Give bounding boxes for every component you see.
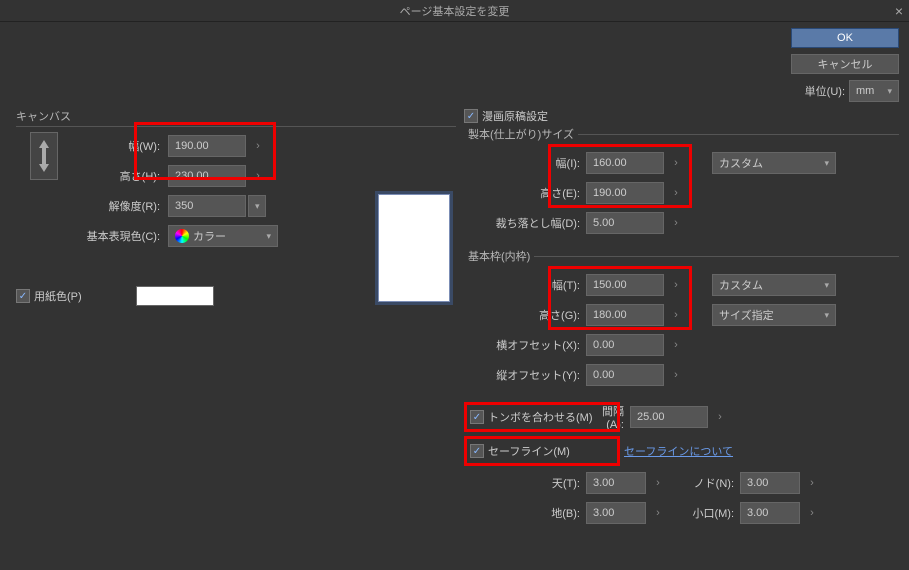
basecolor-select[interactable]: カラー ▾ xyxy=(168,225,278,247)
frame-width-stepper[interactable] xyxy=(668,274,684,296)
voffset-label: 縦オフセット(Y): xyxy=(464,367,586,383)
nodo-label: ノド(N): xyxy=(666,475,740,491)
close-icon[interactable]: × xyxy=(895,3,903,19)
gap-label: 間隔(A): xyxy=(598,403,630,431)
tombo-label: トンボを合わせる(M) xyxy=(488,409,598,425)
ok-button[interactable]: OK xyxy=(791,28,899,48)
bind-height-input[interactable] xyxy=(586,182,664,204)
basecolor-label: 基本表現色(C): xyxy=(68,228,168,244)
bind-height-label: 高さ(E): xyxy=(464,185,586,201)
width-input[interactable] xyxy=(168,135,246,157)
safeline-help-link[interactable]: セーフラインについて xyxy=(624,443,733,459)
safeline-label: セーフライン(M) xyxy=(488,443,598,459)
bleed-stepper[interactable] xyxy=(668,212,684,234)
nodo-input[interactable] xyxy=(740,472,800,494)
hoffset-label: 横オフセット(X): xyxy=(464,337,586,353)
cancel-button[interactable]: キャンセル xyxy=(791,54,899,74)
hoffset-stepper[interactable] xyxy=(668,334,684,356)
gap-input[interactable] xyxy=(630,406,708,428)
canvas-legend: キャンバス xyxy=(16,108,456,124)
frame-height-input[interactable] xyxy=(586,304,664,326)
bleed-input[interactable] xyxy=(586,212,664,234)
titlebar: ページ基本設定を変更 × xyxy=(0,0,909,22)
manga-panel: 漫画原稿設定 製本(仕上がり)サイズ 幅(I): カスタム▾ 高さ(E): xyxy=(464,108,899,528)
unit-label: 単位(U): xyxy=(805,83,845,99)
bind-preset-select[interactable]: カスタム▾ xyxy=(712,152,836,174)
canvas-panel: キャンバス 幅(W): 高さ(H): 解像度(R): ▾ 基本表現色(C) xyxy=(16,108,456,528)
paper-color-checkbox[interactable] xyxy=(16,289,30,303)
color-wheel-icon xyxy=(175,229,189,243)
voffset-input[interactable] xyxy=(586,364,664,386)
safeline-checkbox[interactable] xyxy=(470,444,484,458)
gap-stepper[interactable] xyxy=(712,406,728,428)
width-stepper[interactable] xyxy=(250,135,266,157)
bleed-label: 裁ち落とし幅(D): xyxy=(464,215,586,231)
resolution-dropdown[interactable]: ▾ xyxy=(248,195,266,217)
chi-label: 地(B): xyxy=(464,505,586,521)
unit-select[interactable]: mm▾ xyxy=(849,80,899,102)
frame-width-label: 幅(T): xyxy=(464,277,586,293)
tombo-checkbox[interactable] xyxy=(470,410,484,424)
bind-height-stepper[interactable] xyxy=(668,182,684,204)
height-label: 高さ(H): xyxy=(68,168,168,184)
chi-input[interactable] xyxy=(586,502,646,524)
orientation-toggle[interactable] xyxy=(30,132,58,180)
top-button-row: OK キャンセル 単位(U): mm▾ xyxy=(0,22,909,104)
koguchi-label: 小口(M): xyxy=(666,505,740,521)
ten-input[interactable] xyxy=(586,472,646,494)
height-input[interactable] xyxy=(168,165,246,187)
paper-color-swatch[interactable] xyxy=(136,286,214,306)
width-label: 幅(W): xyxy=(68,138,168,154)
ten-label: 天(T): xyxy=(464,475,586,491)
size-spec-select[interactable]: サイズ指定▾ xyxy=(712,304,836,326)
hoffset-input[interactable] xyxy=(586,334,664,356)
frame-legend: 基本枠(内枠) xyxy=(464,248,534,264)
frame-preset-select[interactable]: カスタム▾ xyxy=(712,274,836,296)
frame-width-input[interactable] xyxy=(586,274,664,296)
koguchi-input[interactable] xyxy=(740,502,800,524)
paper-color-label: 用紙色(P) xyxy=(34,288,82,304)
frame-height-label: 高さ(G): xyxy=(464,307,586,323)
manga-settings-label: 漫画原稿設定 xyxy=(482,108,548,124)
ten-stepper[interactable] xyxy=(650,472,666,494)
bind-width-label: 幅(I): xyxy=(464,155,586,171)
koguchi-stepper[interactable] xyxy=(804,502,820,524)
bind-width-stepper[interactable] xyxy=(668,152,684,174)
nodo-stepper[interactable] xyxy=(804,472,820,494)
height-stepper[interactable] xyxy=(250,165,266,187)
voffset-stepper[interactable] xyxy=(668,364,684,386)
bind-width-input[interactable] xyxy=(586,152,664,174)
dialog-title: ページ基本設定を変更 xyxy=(400,3,510,19)
resolution-label: 解像度(R): xyxy=(68,198,168,214)
binding-legend: 製本(仕上がり)サイズ xyxy=(464,126,578,142)
frame-height-stepper[interactable] xyxy=(668,304,684,326)
resolution-input[interactable] xyxy=(168,195,246,217)
chi-stepper[interactable] xyxy=(650,502,666,524)
page-preview xyxy=(378,194,450,302)
manga-settings-checkbox[interactable] xyxy=(464,109,478,123)
